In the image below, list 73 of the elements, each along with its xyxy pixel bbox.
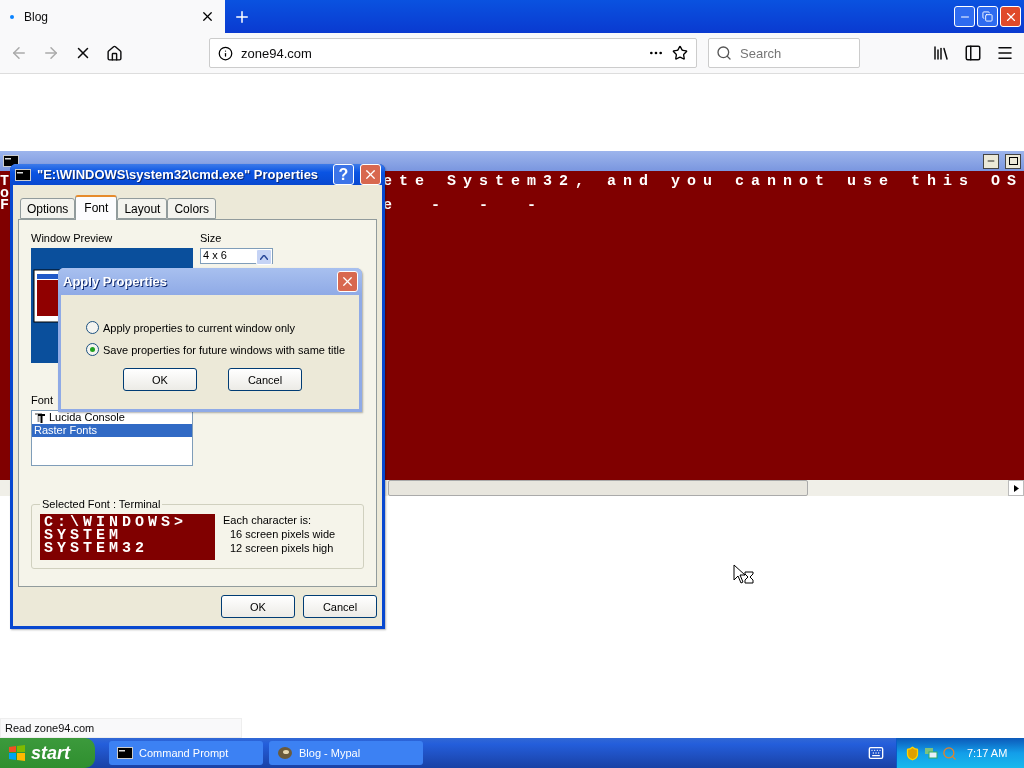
group-label: Selected Font : Terminal bbox=[41, 498, 162, 510]
info-text: 12 screen pixels high bbox=[229, 542, 335, 554]
dialog-button[interactable]: Cancel bbox=[228, 368, 302, 391]
size-option[interactable]: 4 x 6 bbox=[201, 249, 229, 262]
busy-cursor-icon bbox=[733, 564, 755, 586]
dialog-button[interactable]: Cancel bbox=[303, 595, 377, 618]
close-button[interactable] bbox=[360, 164, 381, 185]
scroll-up-button[interactable] bbox=[256, 249, 272, 265]
sample-text: SYSTEM bbox=[44, 529, 122, 542]
help-button[interactable]: ? bbox=[333, 164, 354, 185]
start-button[interactable]: start bbox=[0, 738, 95, 768]
dialog-title: "E:\WINDOWS\system32\cmd.exe" Properties bbox=[37, 167, 320, 182]
close-button[interactable] bbox=[337, 271, 358, 292]
dialog-button[interactable]: OK bbox=[221, 595, 295, 618]
info-text: 16 screen pixels wide bbox=[229, 528, 336, 540]
size-list[interactable]: 4 x 6 bbox=[200, 248, 273, 264]
right-arrow-icon bbox=[1013, 484, 1019, 492]
maximize-button[interactable] bbox=[1005, 153, 1021, 169]
tab[interactable]: Font bbox=[75, 195, 118, 220]
dialog-title: Apply Properties bbox=[63, 274, 169, 289]
size-label: Size bbox=[200, 232, 223, 244]
sample-text: C:\WINDOWS> bbox=[44, 516, 189, 529]
search-field[interactable]: Search bbox=[708, 38, 860, 68]
browser-icon bbox=[277, 746, 293, 760]
taskbar-button[interactable]: Command Prompt bbox=[109, 741, 263, 765]
windows-logo-icon bbox=[8, 745, 26, 761]
dialog-button[interactable]: OK bbox=[123, 368, 197, 391]
sample-text: SYSTEM32 bbox=[44, 542, 149, 555]
font-list[interactable]: Lucida Console Raster Fonts bbox=[31, 410, 193, 466]
info-text: Each character is: bbox=[223, 514, 313, 526]
restore-icon bbox=[982, 11, 993, 22]
radio-button[interactable] bbox=[86, 321, 99, 334]
restore-button[interactable] bbox=[977, 6, 998, 27]
radio-label: Save properties for future windows with same title bbox=[103, 343, 346, 356]
console-icon bbox=[3, 155, 19, 167]
network-icon[interactable] bbox=[924, 746, 938, 760]
radio-label: Apply properties to current window only bbox=[103, 321, 295, 334]
radio-button[interactable] bbox=[86, 343, 99, 356]
status-text: Read zone94.com bbox=[0, 718, 242, 738]
menu-icon bbox=[996, 44, 1014, 62]
keyboard-icon[interactable] bbox=[868, 745, 884, 761]
search-icon bbox=[716, 45, 732, 61]
tab[interactable]: Options bbox=[20, 198, 76, 219]
font-label: Font bbox=[31, 394, 54, 406]
sidebar-icon bbox=[964, 44, 982, 62]
close-button[interactable] bbox=[1000, 6, 1021, 27]
console-icon bbox=[15, 168, 31, 181]
close-icon bbox=[340, 274, 355, 289]
address-bar[interactable]: zone94.com bbox=[209, 38, 697, 68]
scroll-right-button[interactable] bbox=[1008, 480, 1024, 496]
tab[interactable]: Layout bbox=[117, 198, 168, 219]
maximize-icon bbox=[1008, 157, 1018, 165]
info-icon[interactable] bbox=[218, 45, 233, 61]
star-icon[interactable] bbox=[672, 45, 688, 61]
font-option[interactable]: Raster Fonts bbox=[32, 424, 192, 437]
shield-icon[interactable] bbox=[905, 745, 920, 761]
console-text: T bbox=[0, 176, 16, 188]
preview-label: Window Preview bbox=[31, 232, 114, 244]
tab[interactable]: Colors bbox=[167, 198, 217, 219]
taskbar-button[interactable]: Blog - Mypal bbox=[269, 741, 423, 765]
console-text: F bbox=[0, 200, 16, 212]
font-option[interactable]: Lucida Console bbox=[32, 411, 192, 424]
close-icon bbox=[363, 167, 378, 182]
forward-arrow-icon bbox=[42, 44, 60, 62]
library-icon bbox=[932, 44, 950, 62]
console-text: o bbox=[0, 188, 16, 200]
browser-tab[interactable]: Blog bbox=[0, 0, 225, 33]
clock: 7:17 AM bbox=[967, 747, 1008, 759]
truetype-icon bbox=[34, 412, 46, 423]
console-icon bbox=[117, 747, 133, 759]
minimize-button[interactable] bbox=[983, 153, 999, 169]
home-icon bbox=[106, 44, 123, 62]
close-icon[interactable] bbox=[200, 9, 215, 24]
